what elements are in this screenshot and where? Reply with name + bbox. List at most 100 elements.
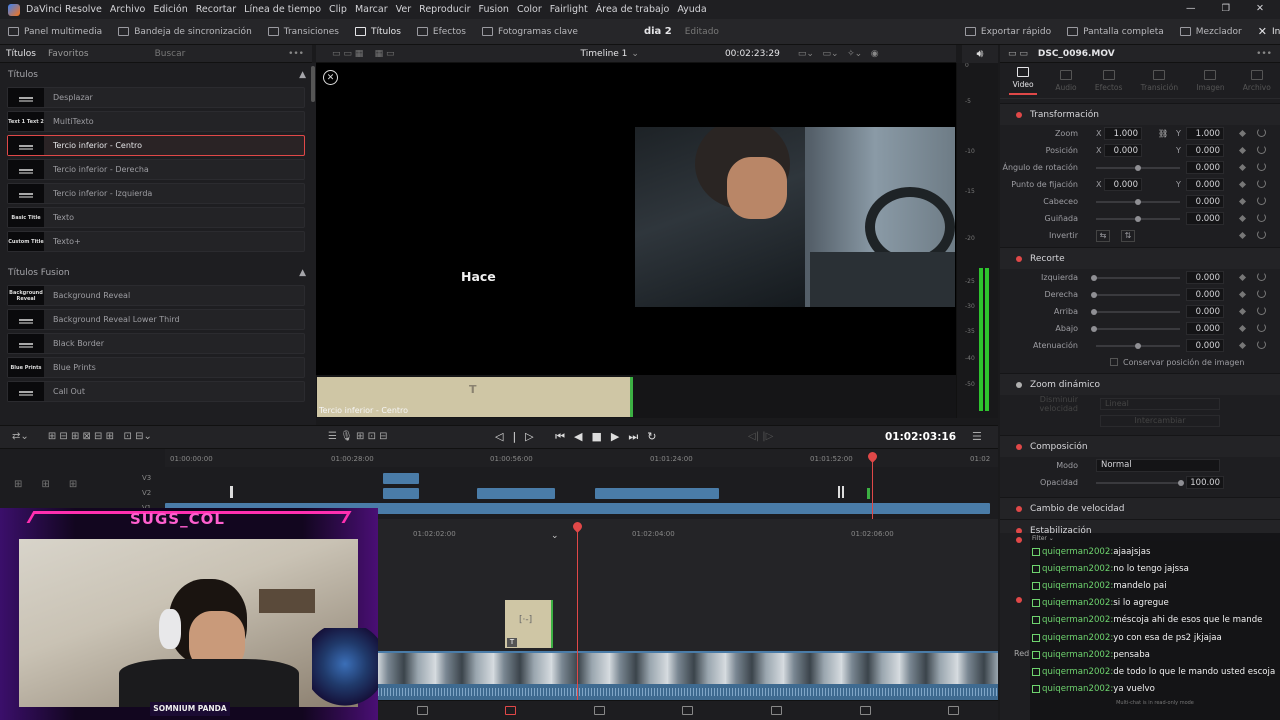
edit-page-icon[interactable] (505, 706, 517, 715)
tab-efectos[interactable]: Efectos (1095, 69, 1122, 92)
chevron-down-icon[interactable]: ⌄ (551, 531, 559, 541)
izquierda-knob[interactable] (1091, 275, 1097, 281)
speaker-icon[interactable]: 🔊︎ (962, 45, 998, 63)
abajo-knob[interactable] (1091, 326, 1097, 332)
izquierda-slider[interactable] (1096, 277, 1180, 279)
list-item[interactable]: Black Border (7, 333, 305, 354)
audio-clip[interactable] (378, 684, 998, 700)
angulo-value[interactable]: 0.000 (1186, 161, 1224, 174)
guinada-value[interactable]: 0.000 (1186, 212, 1224, 225)
angulo-knob[interactable] (1135, 165, 1141, 171)
clip-v2[interactable] (477, 488, 555, 499)
list-item[interactable]: Blue Prints Blue Prints (7, 357, 305, 378)
menu-linea-tiempo[interactable]: Línea de tiempo (244, 4, 321, 15)
transiciones-button[interactable]: Transiciones (260, 27, 347, 37)
list-item[interactable]: Tercio inferior - Centro (7, 135, 305, 156)
menu-marcar[interactable]: Marcar (355, 4, 388, 15)
menu-icon[interactable]: ☰ (972, 430, 982, 443)
menu-fairlight[interactable]: Fairlight (550, 4, 588, 15)
menu-ver[interactable]: Ver (396, 4, 412, 15)
collapse-icon[interactable]: ▲ (299, 268, 306, 278)
guinada-knob[interactable] (1135, 216, 1141, 222)
list-item[interactable]: Background Reveal Background Reveal (7, 285, 305, 306)
inspector-more-icon[interactable]: ••• (1256, 49, 1272, 59)
clip-v3[interactable] (383, 473, 419, 484)
tab-favoritos[interactable]: Favoritos (42, 49, 95, 59)
cabeceo-knob[interactable] (1135, 199, 1141, 205)
panel-multimedia-button[interactable]: Panel multimedia (0, 27, 110, 37)
playhead-handle[interactable] (571, 520, 584, 533)
close-icon[interactable]: ✕ (1256, 3, 1264, 14)
maximize-icon[interactable]: ❐ (1222, 3, 1231, 14)
cabeceo-value[interactable]: 0.000 (1186, 195, 1224, 208)
media-page-icon[interactable] (416, 706, 428, 715)
arriba-value[interactable]: 0.000 (1186, 305, 1224, 318)
atenuacion-value[interactable]: 0.000 (1186, 339, 1224, 352)
opacidad-value[interactable]: 100.00 (1186, 476, 1224, 489)
link-icon[interactable]: ⛓ (1158, 129, 1168, 138)
menu-edicion[interactable]: Edición (153, 4, 187, 15)
derecha-slider[interactable] (1096, 294, 1180, 296)
flip-vertical-icon[interactable]: ⇅ (1121, 229, 1135, 242)
inspector-button[interactable]: ✕ Inspector (1250, 25, 1280, 38)
section-titulos[interactable]: Títulos ▲ (0, 66, 316, 84)
reset-icon[interactable] (1257, 340, 1266, 349)
list-item[interactable]: Desplazar (7, 87, 305, 108)
reset-icon[interactable] (1257, 306, 1266, 315)
enable-dot-icon[interactable] (1016, 111, 1022, 118)
viewer-canvas[interactable]: ✕ Hace (316, 63, 956, 375)
list-item[interactable]: Call Out (7, 381, 305, 402)
enable-dot-icon[interactable] (1016, 505, 1022, 512)
tab-video[interactable]: Video (1009, 66, 1038, 95)
keyframe-icon[interactable] (1238, 214, 1247, 223)
reset-icon[interactable] (1257, 230, 1266, 239)
menu-recortar[interactable]: Recortar (196, 4, 236, 15)
keyframe-icon[interactable] (1238, 180, 1247, 189)
reset-icon[interactable] (1257, 162, 1266, 171)
checkbox-conservar[interactable] (1110, 358, 1118, 366)
menu-clip[interactable]: Clip (329, 4, 347, 15)
keyframe-icon[interactable] (1238, 341, 1247, 350)
pantalla-completa-button[interactable]: Pantalla completa (1059, 27, 1172, 37)
efectos-button[interactable]: Efectos (409, 27, 474, 37)
chevron-down-icon[interactable]: ⌄ (631, 49, 639, 59)
keyframe-icon[interactable] (1238, 129, 1247, 138)
zoom-y-value[interactable]: 1.000 (1186, 127, 1224, 140)
color-page-icon[interactable] (771, 706, 783, 715)
tab-imagen[interactable]: Imagen (1196, 69, 1225, 92)
cut-page-icon[interactable] (593, 706, 605, 715)
timeline-name[interactable]: Timeline 1 (581, 49, 628, 59)
keyframe-icon[interactable] (1238, 324, 1247, 333)
section-recorte[interactable]: Recorte (1000, 247, 1280, 269)
reset-icon[interactable] (1257, 323, 1266, 332)
zoom-x-value[interactable]: 1.000 (1104, 127, 1142, 140)
menu-ayuda[interactable]: Ayuda (677, 4, 706, 15)
tab-titulos[interactable]: Títulos (0, 49, 42, 59)
keyframe-icon[interactable] (1238, 197, 1247, 206)
trim-tool-icons[interactable]: ☰ 🎙︎ ⊞ ⊡ ⊟ (328, 431, 388, 442)
reset-icon[interactable] (1257, 196, 1266, 205)
bandeja-button[interactable]: Bandeja de sincronización (110, 27, 260, 37)
fairlight-page-icon[interactable] (859, 706, 871, 715)
mezclador-button[interactable]: Mezclador (1172, 27, 1250, 37)
edit-mode-icons[interactable]: ⇄⌄ ⊞ ⊟ ⊞ ⊠ ⊟ ⊞ ⊡ ⊟⌄ (12, 431, 152, 442)
search-field[interactable]: Buscar (155, 49, 186, 59)
section-zoom-dinamico[interactable]: Zoom dinámico (1000, 373, 1280, 395)
list-item[interactable]: Custom Title Texto+ (7, 231, 305, 252)
menu-area-trabajo[interactable]: Área de trabajo (596, 4, 670, 15)
keyframe-icon[interactable] (1238, 163, 1247, 172)
viewer-tool-icons[interactable]: ▭ ▭ ▦ ▦ ▭ (332, 49, 395, 59)
reset-icon[interactable] (1257, 179, 1266, 188)
list-item[interactable]: Background Reveal Lower Third (7, 309, 305, 330)
list-item[interactable]: Basic Title Texto (7, 207, 305, 228)
menu-reproducir[interactable]: Reproducir (419, 4, 470, 15)
lineal-select[interactable]: Lineal (1100, 397, 1220, 410)
collapse-icon[interactable]: ▲ (299, 70, 306, 80)
flip-horizontal-icon[interactable]: ⇆ (1096, 229, 1110, 242)
playhead[interactable] (577, 525, 578, 700)
reset-icon[interactable] (1257, 289, 1266, 298)
abajo-slider[interactable] (1096, 328, 1180, 330)
keyframe-icon[interactable] (1238, 231, 1247, 240)
fotogramas-button[interactable]: Fotogramas clave (474, 27, 586, 37)
fijacion-y-value[interactable]: 0.000 (1186, 178, 1224, 191)
